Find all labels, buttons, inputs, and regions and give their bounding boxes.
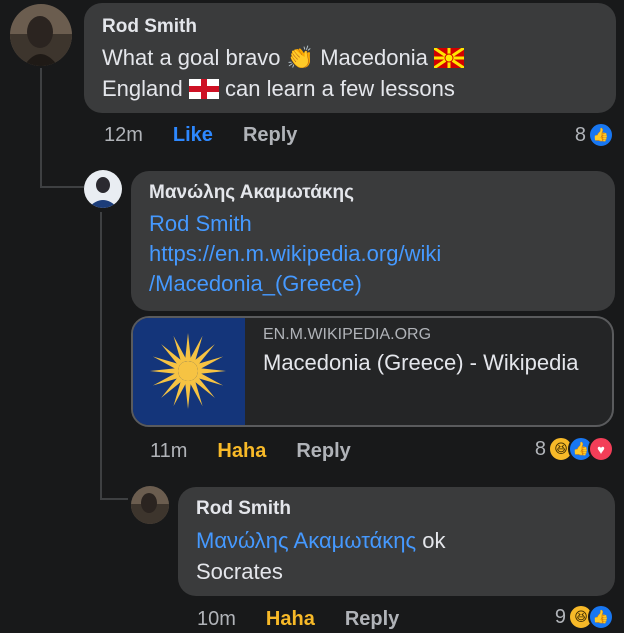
comment-author[interactable]: Rod Smith — [102, 16, 598, 38]
comment-text: Rod Smith https://en.m.wikipedia.org/wik… — [149, 209, 597, 299]
avatar[interactable] — [131, 486, 169, 524]
timestamp[interactable]: 11m — [150, 440, 187, 463]
comment-bubble: Rod Smith What a goal bravo 👏 Macedonia … — [84, 3, 616, 113]
comment-text-part: England — [102, 76, 183, 101]
like-reaction-icon: 👍 — [588, 604, 614, 630]
comment-author[interactable]: Rod Smith — [196, 498, 597, 520]
like-reaction-icon: 👍 — [588, 122, 614, 148]
reply-button[interactable]: Reply — [345, 608, 399, 631]
mention-link[interactable]: Μανώλης Ακαμωτάκης — [196, 528, 416, 553]
reaction-summary[interactable]: 8 😆 👍 ♥ — [535, 436, 614, 462]
comment-text: Μανώλης Ακαμωτάκης ok Socrates — [196, 525, 597, 587]
avatar[interactable] — [10, 4, 72, 66]
link-domain: EN.M.WIKIPEDIA.ORG — [263, 326, 432, 343]
comment-text-part: Macedonia — [320, 45, 428, 70]
comment-text-part: What a goal bravo — [102, 45, 281, 70]
reaction-summary[interactable]: 9 😆 👍 — [555, 604, 614, 630]
love-reaction-icon: ♥ — [588, 436, 614, 462]
reply-button[interactable]: Reply — [243, 124, 297, 147]
like-button[interactable]: Like — [173, 124, 213, 147]
macedonia-flag-icon — [433, 45, 465, 70]
comment-text: What a goal bravo 👏 Macedonia England ca… — [102, 42, 598, 104]
comment-actions: 11m Haha Reply — [150, 440, 351, 463]
haha-button[interactable]: Haha — [217, 440, 266, 463]
thread-line-main — [40, 68, 42, 186]
comment-bubble: Rod Smith Μανώλης Ακαμωτάκης ok Socrates — [178, 487, 615, 596]
thread-line-elbow-1 — [40, 186, 84, 188]
url-link-continued[interactable]: /Macedonia_(Greece) — [149, 271, 362, 296]
haha-button[interactable]: Haha — [266, 608, 315, 631]
reaction-count: 8 — [574, 123, 586, 146]
reply-button[interactable]: Reply — [296, 440, 350, 463]
profile-photo-icon — [10, 4, 72, 66]
reaction-count: 8 — [534, 437, 546, 460]
link-preview-card[interactable]: EN.M.WIKIPEDIA.ORG Macedonia (Greece) - … — [131, 316, 614, 427]
comment-actions: 12m Like Reply — [104, 124, 297, 147]
comment-text-part: ok — [422, 528, 446, 553]
mention-link[interactable]: Rod Smith — [149, 211, 252, 236]
thread-line-elbow-2 — [100, 498, 128, 500]
comment-actions: 10m Haha Reply — [197, 608, 399, 631]
profile-photo-icon — [131, 486, 169, 524]
profile-photo-icon — [84, 170, 122, 208]
comment-author[interactable]: Μανώλης Ακαμωτάκης — [149, 182, 597, 204]
thread-line-reply — [100, 212, 102, 498]
reaction-count: 9 — [554, 605, 566, 628]
url-link[interactable]: https://en.m.wikipedia.org/wiki — [149, 241, 441, 266]
timestamp[interactable]: 12m — [104, 124, 143, 147]
comment-bubble: Μανώλης Ακαμωτάκης Rod Smith https://en.… — [131, 171, 615, 311]
vergina-sun-thumbnail — [133, 318, 245, 425]
england-flag-icon — [188, 76, 219, 99]
timestamp[interactable]: 10m — [197, 608, 236, 631]
clapping-hands-icon: 👏 — [286, 45, 315, 70]
avatar[interactable] — [84, 170, 122, 208]
vergina-sun-icon — [133, 318, 245, 425]
comment-text-part: can learn a few lessons — [225, 76, 455, 101]
link-title[interactable]: Macedonia (Greece) - Wikipedia — [263, 348, 593, 378]
comment-text-part: Socrates — [196, 559, 283, 584]
reaction-summary[interactable]: 8 👍 — [575, 122, 614, 148]
